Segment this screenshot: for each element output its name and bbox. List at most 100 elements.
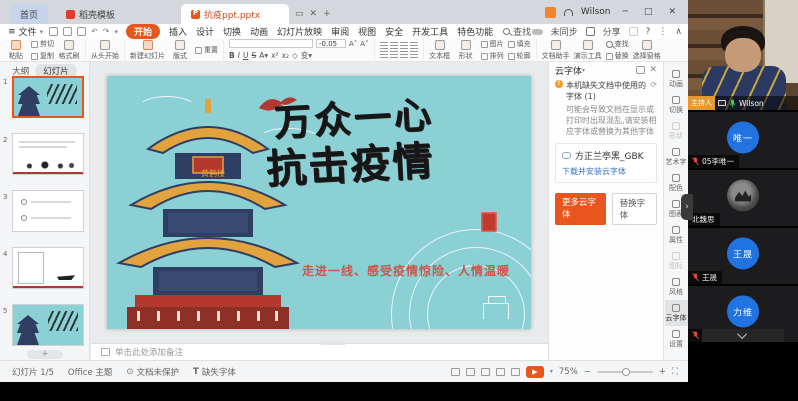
help-icon[interactable]: ? <box>646 27 651 37</box>
tab-animation[interactable]: 动画 <box>250 25 268 38</box>
cut-button[interactable]: 剪切 <box>31 39 54 49</box>
justify-icon[interactable] <box>410 51 418 58</box>
new-tab-button[interactable]: + <box>323 4 331 24</box>
participant-tile[interactable]: 力维 巢力维 <box>688 286 798 342</box>
theme-name[interactable]: Office 主题 <box>68 366 113 378</box>
strikethrough-button[interactable]: S <box>251 51 256 60</box>
scroll-more-button[interactable] <box>702 329 784 342</box>
comments-icon[interactable] <box>511 368 520 376</box>
tab-slideshow[interactable]: 幻灯片放映 <box>277 25 322 38</box>
replace-button[interactable]: 替换 <box>606 51 629 61</box>
file-menu[interactable]: ≡ 文件 ▾ <box>0 25 49 38</box>
sync-status[interactable]: 未同步 <box>551 25 578 38</box>
textbox-button[interactable]: 文本框 <box>429 40 451 61</box>
normal-view-icon[interactable] <box>466 368 475 376</box>
underline-button[interactable]: U <box>243 51 249 60</box>
arrange-button[interactable]: 排列 <box>481 51 504 61</box>
fill-button[interactable]: 填充 <box>508 39 531 49</box>
layout-button[interactable]: 版式 <box>169 40 191 61</box>
slide-thumbnail-4[interactable] <box>12 247 84 289</box>
slide-editor[interactable]: 黄鹤楼 万众一心 抗击疫情 走进一线、感受疫情惊险、人情温暖 <box>107 76 531 329</box>
redo-icon[interactable]: ↷ <box>103 27 110 36</box>
share-button[interactable]: 分享 <box>603 25 621 38</box>
superscript-button[interactable]: x² <box>271 51 278 60</box>
protection-status[interactable]: ⊙ 文档未保护 <box>126 366 179 378</box>
present-tools-button[interactable]: 演示工具 <box>574 40 602 61</box>
font-color-button[interactable]: A▾ <box>259 51 268 60</box>
sidebar-item-color-scheme[interactable]: 配色 <box>665 170 688 196</box>
bullets-icon[interactable] <box>380 42 388 49</box>
replace-font-button[interactable]: 替换字体 <box>612 193 657 225</box>
slide-thumbnail-2[interactable] <box>12 133 84 175</box>
collapse-ribbon-icon[interactable]: ∧ <box>675 27 682 37</box>
tab-review[interactable]: 审阅 <box>331 25 349 38</box>
download-install-link[interactable]: 下载并安装云字体 <box>562 166 650 177</box>
print-icon[interactable] <box>77 27 86 36</box>
fit-slide-icon[interactable]: ⛶ <box>672 367 678 377</box>
sidebar-item-animation[interactable]: 动画 <box>665 66 688 92</box>
user-avatar[interactable] <box>545 7 556 18</box>
indent-increase-icon[interactable] <box>410 42 418 49</box>
missing-font-status[interactable]: T 缺失字体 <box>193 366 236 378</box>
meeting-sidebar-collapse-handle[interactable]: › <box>681 194 693 220</box>
more-icon[interactable]: ⋮ <box>658 27 667 37</box>
meeting-icon[interactable] <box>629 27 638 36</box>
tab-insert[interactable]: 插入 <box>169 25 187 38</box>
align-left-icon[interactable] <box>380 51 388 58</box>
slide-subtitle-textbox[interactable]: 走进一线、感受疫情惊险、人情温暖 <box>293 262 519 279</box>
find-command[interactable]: 查找 <box>503 25 531 38</box>
sidebar-item-style[interactable]: 风格 <box>665 274 688 300</box>
sidebar-item-properties[interactable]: 属性 <box>665 222 688 248</box>
notes-bar[interactable]: 单击此处添加备注 <box>91 343 548 360</box>
notes-resize-handle[interactable] <box>320 341 346 345</box>
close-button[interactable]: ✕ <box>664 7 680 17</box>
save-icon[interactable] <box>49 27 58 36</box>
reset-button[interactable]: 重置 <box>195 45 218 55</box>
zoom-slider[interactable] <box>597 371 653 373</box>
align-right-icon[interactable] <box>400 51 408 58</box>
close-tab-icon[interactable]: ✕ <box>310 4 318 24</box>
tab-start[interactable]: 开始 <box>126 24 160 39</box>
shrink-font-button[interactable]: A˅ <box>360 40 368 48</box>
slide-thumbnail-3[interactable] <box>12 190 84 232</box>
chevron-down-icon[interactable]: ▾ <box>582 67 585 74</box>
numbering-icon[interactable] <box>390 42 398 49</box>
reading-view-icon[interactable] <box>496 368 505 376</box>
slide-sorter-icon[interactable] <box>481 368 490 376</box>
sidebar-item-cloud-font[interactable]: 云字体 <box>665 300 688 326</box>
align-center-icon[interactable] <box>390 51 398 58</box>
sidebar-item-settings[interactable]: 设置 <box>665 326 688 352</box>
shapes-button[interactable]: 形状 <box>455 40 477 61</box>
refresh-icon[interactable]: ⟳ <box>650 80 657 89</box>
copy-button[interactable]: 复制 <box>31 51 54 61</box>
tab-home[interactable]: 首页 <box>10 4 48 24</box>
tab-transition[interactable]: 切换 <box>223 25 241 38</box>
outline-button[interactable]: 轮廓 <box>508 51 531 61</box>
close-panel-icon[interactable]: ✕ <box>649 65 657 75</box>
tab-docer-templates[interactable]: 稻壳模板 <box>56 4 125 24</box>
comment-bubble-icon[interactable]: ▭ <box>295 4 304 24</box>
clear-format-button[interactable]: ◇ <box>292 51 298 60</box>
tab-security[interactable]: 安全 <box>385 25 403 38</box>
selection-pane-button[interactable]: 选择窗格 <box>633 40 661 61</box>
slide-thumbnail-5[interactable] <box>12 304 84 346</box>
minimize-button[interactable]: ─ <box>619 7 632 17</box>
tab-devtools[interactable]: 开发工具 <box>412 25 448 38</box>
feedback-icon[interactable] <box>636 66 645 74</box>
customize-toolbar-icon[interactable]: ▾ <box>114 28 118 36</box>
participant-tile[interactable]: 唯一 05李唯一 <box>688 112 798 168</box>
more-cloud-fonts-button[interactable]: 更多云字体 <box>555 193 606 225</box>
participant-tile[interactable]: 王晟 王晟 <box>688 228 798 284</box>
font-size-combobox[interactable]: -0.05 <box>316 39 346 48</box>
italic-button[interactable]: I <box>238 51 240 60</box>
add-slide-button[interactable]: + <box>27 350 63 359</box>
font-name-combobox[interactable] <box>229 39 313 48</box>
tab-design[interactable]: 设计 <box>196 25 214 38</box>
bold-button[interactable]: B <box>229 51 235 60</box>
participant-tile[interactable]: 北魏思 <box>688 170 798 226</box>
play-options-chevron-icon[interactable]: ▾ <box>550 368 553 375</box>
slide-thumbnail-1[interactable] <box>12 76 84 118</box>
maximize-button[interactable]: □ <box>640 7 657 17</box>
zoom-slider-knob[interactable] <box>622 368 630 376</box>
zoom-in-button[interactable]: + <box>659 367 666 377</box>
